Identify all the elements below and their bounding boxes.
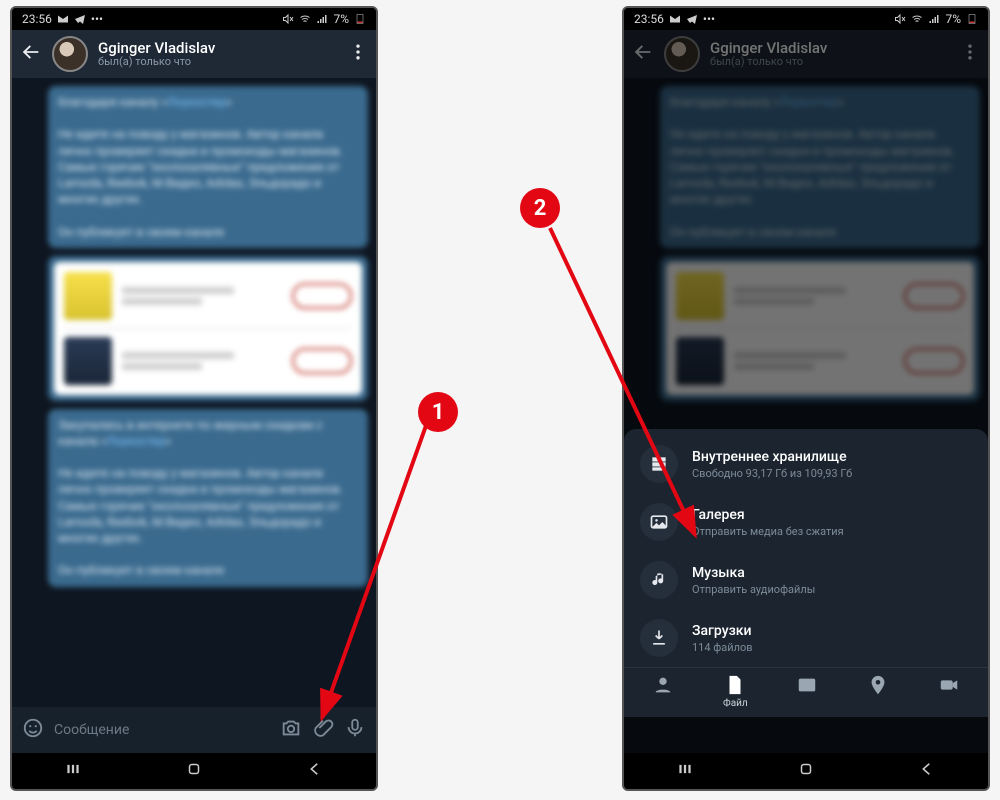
battery-text: 7% bbox=[333, 12, 349, 26]
sheet-title: Внутреннее хранилище bbox=[692, 449, 852, 465]
mail-icon bbox=[669, 13, 681, 25]
phone-right: 23:56 ••• 7% Gginger Vladislav был(а) то… bbox=[622, 6, 990, 791]
music-icon bbox=[640, 561, 678, 599]
contact-status: был(а) только что bbox=[98, 56, 338, 68]
signal-icon bbox=[928, 13, 940, 25]
message-card bbox=[48, 256, 368, 401]
input-bar: Сообщение bbox=[12, 707, 376, 753]
chat-body[interactable]: благодаря каналу «Лоукостер» Не идите на… bbox=[12, 78, 376, 707]
message-input[interactable]: Сообщение bbox=[54, 722, 270, 738]
sheet-subtitle: 114 файлов bbox=[692, 641, 753, 654]
chat-title-block[interactable]: Gginger Vladislav был(а) только что bbox=[98, 40, 338, 69]
tab-contact[interactable]: . bbox=[652, 674, 674, 709]
android-navbar bbox=[12, 753, 376, 789]
sheet-subtitle: Свободно 93,17 Гб из 109,93 Гб bbox=[692, 467, 852, 480]
mail-icon bbox=[57, 13, 69, 25]
tab-location[interactable]: . bbox=[867, 674, 889, 709]
gallery-icon bbox=[640, 503, 678, 541]
signal-icon bbox=[316, 13, 328, 25]
battery-text: 7% bbox=[945, 12, 961, 26]
nav-home[interactable] bbox=[797, 760, 815, 782]
sheet-item-gallery[interactable]: Галерея Отправить медиа без сжатия bbox=[624, 493, 988, 551]
sheet-subtitle: Отправить аудиофайлы bbox=[692, 583, 815, 596]
sheet-item-storage[interactable]: Внутреннее хранилище Свободно 93,17 Гб из… bbox=[624, 435, 988, 493]
status-dots: ••• bbox=[91, 12, 103, 26]
status-time: 23:56 bbox=[634, 12, 664, 26]
wifi-icon bbox=[299, 13, 311, 25]
mute-icon bbox=[894, 13, 906, 25]
wifi-icon bbox=[911, 13, 923, 25]
tab-camera[interactable]: . bbox=[938, 674, 960, 709]
sheet-title: Загрузки bbox=[692, 623, 753, 639]
chat-header: Gginger Vladislav был(а) только что bbox=[12, 30, 376, 78]
phone-left: 23:56 ••• 7% Gginger Vladislav был(а) то… bbox=[10, 6, 378, 791]
status-dots: ••• bbox=[703, 12, 715, 26]
avatar[interactable] bbox=[52, 36, 88, 72]
nav-recent[interactable] bbox=[64, 760, 82, 782]
sheet-tabs: . Файл . . . bbox=[624, 667, 988, 717]
sheet-item-music[interactable]: Музыка Отправить аудиофайлы bbox=[624, 551, 988, 609]
contact-name: Gginger Vladislav bbox=[98, 40, 338, 57]
message: благодаря каналу «Лоукостер» Не идите на… bbox=[48, 86, 368, 248]
sheet-title: Музыка bbox=[692, 565, 815, 581]
mute-icon bbox=[282, 13, 294, 25]
sheet-item-downloads[interactable]: Загрузки 114 файлов bbox=[624, 609, 988, 667]
sheet-subtitle: Отправить медиа без сжатия bbox=[692, 525, 844, 538]
back-button[interactable] bbox=[20, 41, 42, 67]
nav-home[interactable] bbox=[185, 760, 203, 782]
chat-header: Gginger Vladislav был(а) только что bbox=[624, 30, 988, 78]
nav-back[interactable] bbox=[918, 760, 936, 782]
battery-icon bbox=[354, 13, 366, 25]
annotation-badge-2: 2 bbox=[520, 188, 560, 228]
nav-back[interactable] bbox=[306, 760, 324, 782]
telegram-icon bbox=[686, 13, 698, 25]
android-navbar bbox=[624, 753, 988, 789]
mic-button[interactable] bbox=[344, 717, 366, 743]
battery-icon bbox=[966, 13, 978, 25]
telegram-icon bbox=[74, 13, 86, 25]
sheet-title: Галерея bbox=[692, 507, 844, 523]
attach-button[interactable] bbox=[312, 717, 334, 743]
camera-button[interactable] bbox=[280, 717, 302, 743]
tab-file[interactable]: Файл bbox=[723, 674, 748, 709]
chat-body: благодаря каналу «Лоукостер»Не идите на … bbox=[624, 78, 988, 753]
status-bar: 23:56 ••• 7% bbox=[624, 8, 988, 30]
emoji-button[interactable] bbox=[22, 717, 44, 743]
message: Закупались в интернете по жирным скидкам… bbox=[48, 409, 368, 587]
download-icon bbox=[640, 619, 678, 657]
tab-gallery[interactable]: . bbox=[796, 674, 818, 709]
status-bar: 23:56 ••• 7% bbox=[12, 8, 376, 30]
attach-sheet: Внутреннее хранилище Свободно 93,17 Гб из… bbox=[624, 429, 988, 717]
nav-recent[interactable] bbox=[676, 760, 694, 782]
messages: благодаря каналу «Лоукостер» Не идите на… bbox=[48, 86, 368, 587]
annotation-badge-1: 1 bbox=[418, 392, 458, 432]
storage-icon bbox=[640, 445, 678, 483]
status-time: 23:56 bbox=[22, 12, 52, 26]
more-button[interactable] bbox=[348, 42, 368, 66]
